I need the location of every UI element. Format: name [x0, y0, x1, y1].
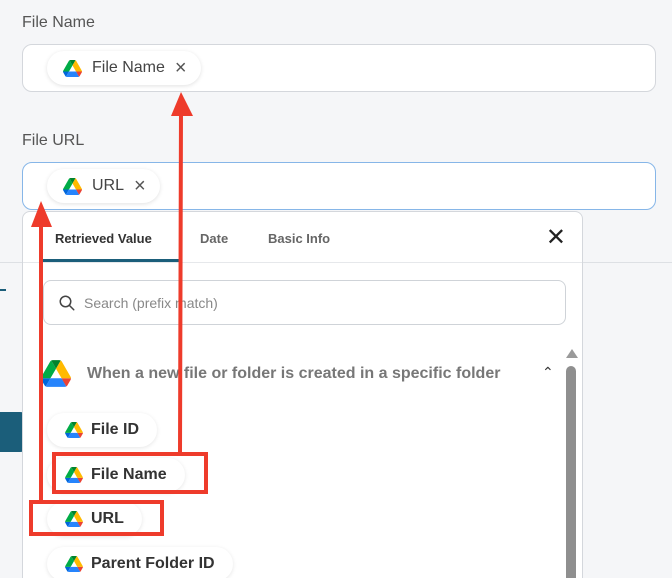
tab-bar: Retrieved Value Date Basic Info ✕	[23, 212, 582, 263]
tab-date[interactable]: Date	[200, 231, 228, 246]
search-icon	[59, 295, 75, 310]
scroll-thumb[interactable]	[566, 366, 576, 578]
scrollbar[interactable]	[564, 349, 578, 578]
file-name-field[interactable]: File Name ×	[22, 44, 656, 92]
tab-retrieved-value[interactable]: Retrieved Value	[55, 231, 152, 246]
file-url-chip[interactable]: URL ×	[47, 169, 160, 203]
value-picker-popup: Retrieved Value Date Basic Info ✕ When a…	[22, 211, 583, 578]
chevron-up-icon[interactable]: ⌃	[542, 364, 554, 381]
close-icon[interactable]: ×	[134, 176, 146, 196]
google-drive-icon	[63, 178, 82, 195]
item-label: URL	[91, 510, 124, 527]
list-item-file-id[interactable]: File ID	[47, 413, 158, 447]
chip-label: URL	[92, 177, 125, 194]
background-mark	[0, 289, 6, 291]
google-drive-icon	[65, 556, 83, 572]
item-label: Parent Folder ID	[91, 555, 215, 572]
list-item-file-name[interactable]: File Name	[47, 458, 185, 492]
google-drive-icon	[65, 467, 83, 483]
list-item-url[interactable]: URL	[47, 502, 142, 536]
google-drive-icon	[65, 422, 83, 438]
google-drive-icon	[41, 360, 71, 387]
list-item-parent-folder-id[interactable]: Parent Folder ID	[47, 547, 233, 578]
trigger-group-header[interactable]: When a new file or folder is created in …	[41, 360, 500, 387]
arrow-head	[171, 92, 193, 116]
file-name-label: File Name	[22, 14, 95, 31]
search-input[interactable]	[84, 294, 544, 311]
file-url-label: File URL	[22, 132, 85, 149]
tab-basic-info[interactable]: Basic Info	[268, 231, 330, 246]
search-box[interactable]	[43, 280, 566, 325]
group-title: When a new file or folder is created in …	[87, 364, 501, 382]
close-icon[interactable]: ✕	[546, 226, 566, 250]
scroll-up-arrow[interactable]	[566, 349, 578, 358]
file-name-chip[interactable]: File Name ×	[47, 51, 201, 85]
item-label: File Name	[91, 466, 167, 483]
close-icon[interactable]: ×	[175, 58, 187, 78]
file-url-field[interactable]: URL ×	[22, 162, 656, 210]
chip-label: File Name	[92, 59, 165, 76]
google-drive-icon	[63, 60, 82, 77]
active-tab-indicator	[39, 259, 181, 262]
google-drive-icon	[65, 511, 83, 527]
item-label: File ID	[91, 421, 140, 438]
